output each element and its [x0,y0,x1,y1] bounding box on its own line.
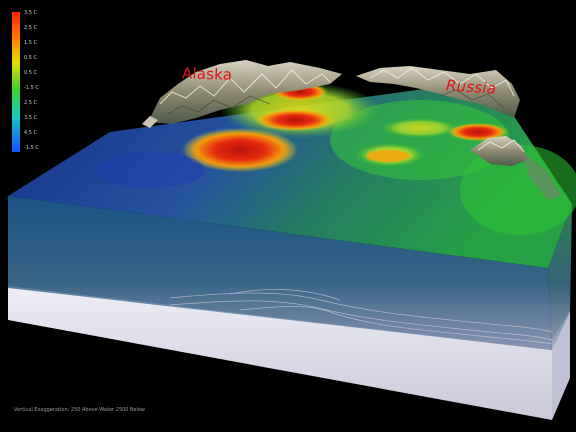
legend-tick: -1.5 C [24,85,39,91]
legend-tick: 2.5 C [24,100,38,106]
legend-tick: 0.5 C [24,55,38,61]
legend-tick: -1.5 C [24,145,39,151]
vertical-exaggeration-caption: Vertical Exaggeration: 250 Above Water 2… [14,407,146,413]
alaska-label: Alaska [181,64,233,84]
hotspot-strait [255,109,335,131]
legend-tick: 1.5 C [24,40,38,46]
legend-tick: 4.5 C [24,130,38,136]
legend-tick: 0.5 C [24,70,38,76]
russia-label: Russia [445,76,497,98]
legend-tick: 2.5 C [24,25,38,31]
bathymetry-visualization [0,0,576,432]
legend-tick: 3.5 C [24,115,38,121]
color-scale-bar [12,12,20,152]
temperature-legend: 3.5 C 2.5 C 1.5 C 0.5 C 0.5 C -1.5 C 2.5… [7,8,47,158]
legend-tick: 3.5 C [24,10,38,16]
